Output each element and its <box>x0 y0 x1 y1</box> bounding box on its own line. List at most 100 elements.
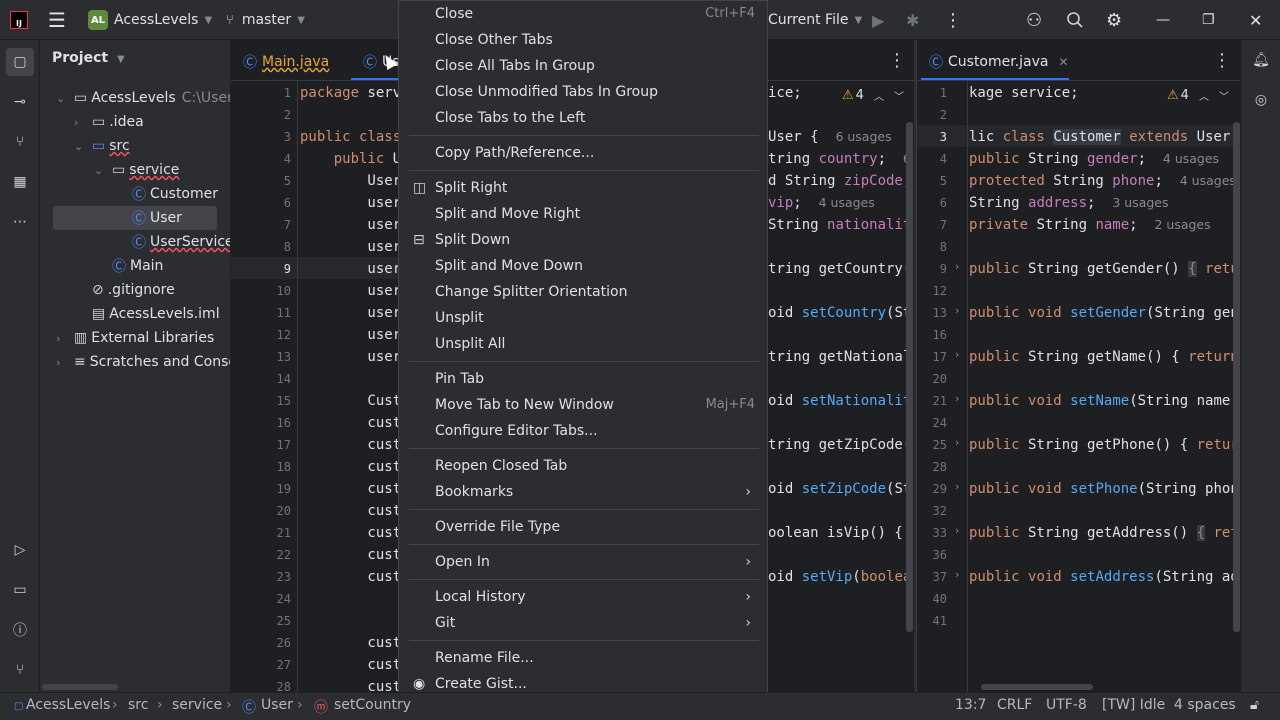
menu-item-unsplit[interactable]: Unsplit <box>409 305 759 331</box>
tree-item-service[interactable]: ⌄ ▭ service <box>94 158 179 182</box>
code-area[interactable]: ice; User { 6 usages tring country; 6 u d S… <box>768 81 906 692</box>
gutter-divider <box>297 81 298 692</box>
vertical-scrollbar[interactable] <box>1233 122 1240 632</box>
tree-item-iml[interactable]: ▤ AcessLevels.iml <box>92 302 220 326</box>
structure-icon[interactable]: ▦ <box>8 170 32 194</box>
fold-chevron-icon[interactable]: › <box>955 568 959 581</box>
problems-icon[interactable]: ⓘ <box>8 618 32 642</box>
restore-icon[interactable]: ❐ <box>1202 0 1215 40</box>
menu-item-move-new-window[interactable]: Move Tab to New Window Maj+F4 <box>409 392 759 418</box>
breadcrumb-user[interactable]: User <box>261 697 293 713</box>
run-icon[interactable]: ▶ <box>872 0 884 40</box>
menu-item-override-file-type[interactable]: Override File Type <box>409 514 759 540</box>
breadcrumb-project[interactable]: AcessLevels <box>26 697 110 713</box>
menu-item-git[interactable]: Git › <box>409 610 759 636</box>
code-area[interactable]: package servi public class public Us User… <box>300 81 400 692</box>
menu-item-pin-tab[interactable]: Pin Tab <box>409 366 759 392</box>
menu-item-split-right[interactable]: ◫ Split Right <box>409 175 759 201</box>
pull-requests-icon[interactable]: ⑂ <box>8 130 32 154</box>
intellij-logo-icon[interactable]: IJ <box>10 0 28 40</box>
code-area[interactable]: kage service; lic class Customer extends … <box>969 81 1239 692</box>
menu-item-configure-tabs[interactable]: Configure Editor Tabs... <box>409 418 759 444</box>
tree-item-scratches[interactable]: › ≡ Scratches and Consoles <box>56 350 230 374</box>
tree-item-user[interactable]: Ⓒ User <box>132 206 182 230</box>
tree-item-src[interactable]: ⌄ ▭ src <box>74 134 130 158</box>
more-actions-icon[interactable]: ⋮ <box>944 0 962 40</box>
breadcrumb-src[interactable]: src <box>128 697 148 713</box>
menu-item-rename-file[interactable]: Rename File... <box>409 645 759 671</box>
terminal-icon[interactable]: ▭ <box>8 578 32 602</box>
tab-options-icon[interactable]: ⋮ <box>888 50 906 71</box>
menu-item-split-move-down[interactable]: Split and Move Down <box>409 253 759 279</box>
menu-item-local-history[interactable]: Local History › <box>409 584 759 610</box>
project-panel-title-label: Project <box>52 50 109 66</box>
close-tab-icon[interactable]: ✕ <box>1059 55 1069 69</box>
line-ending[interactable]: CRLF <box>997 697 1032 713</box>
line-number: 37 <box>932 570 947 584</box>
fold-chevron-icon[interactable]: › <box>955 348 959 361</box>
fold-chevron-icon[interactable]: › <box>955 392 959 405</box>
file-encoding[interactable]: UTF-8 <box>1046 697 1087 713</box>
more-tools-icon[interactable]: ⋯ <box>8 210 32 234</box>
horizontal-scrollbar[interactable] <box>42 684 118 690</box>
debug-icon[interactable]: ✱ <box>906 0 919 40</box>
settings-gear-icon[interactable]: ⚙ <box>1106 0 1122 40</box>
vertical-scrollbar[interactable] <box>906 122 913 632</box>
menu-item-copy-path[interactable]: Copy Path/Reference... <box>409 140 759 166</box>
search-icon[interactable] <box>1066 0 1084 40</box>
menu-item-change-splitter[interactable]: Change Splitter Orientation <box>409 279 759 305</box>
menu-item-close-all-tabs[interactable]: Close All Tabs In Group <box>409 53 759 79</box>
services-icon[interactable]: ▷ <box>8 538 32 562</box>
ai-assistant-icon[interactable]: ◎ <box>1249 88 1273 112</box>
tab-customer-java[interactable]: Ⓒ Customer.java ✕ <box>929 52 1069 72</box>
minimize-icon[interactable]: — <box>1156 0 1170 40</box>
menu-item-split-move-right[interactable]: Split and Move Right <box>409 201 759 227</box>
class-icon: Ⓒ <box>132 187 146 203</box>
tab-main-java[interactable]: Ⓒ Main.java <box>243 52 329 72</box>
lock-icon[interactable]: 🔓︎ <box>1250 697 1259 713</box>
editor-left: Ⓒ Main.java Ⓒ Us 1 2 3 4 5 6 7 8 9 10 11 12 13 14 15 16… <box>231 40 401 692</box>
menu-item-reopen-closed[interactable]: Reopen Closed Tab <box>409 453 759 479</box>
fold-chevron-icon[interactable]: › <box>955 304 959 317</box>
add-user-icon[interactable]: ⚇ <box>1026 0 1042 40</box>
menu-item-close-other-tabs[interactable]: Close Other Tabs <box>409 27 759 53</box>
tree-item-customer[interactable]: Ⓒ Customer <box>132 182 218 206</box>
tab-options-icon[interactable]: ⋮ <box>1213 50 1231 71</box>
menu-item-bookmarks[interactable]: Bookmarks › <box>409 479 759 505</box>
fold-chevron-icon[interactable]: › <box>955 480 959 493</box>
tw-status[interactable]: [TW] Idle <box>1102 697 1165 713</box>
menu-item-split-down[interactable]: ⊟ Split Down <box>409 227 759 253</box>
notifications-icon[interactable]: 🔔︎ <box>1249 48 1273 72</box>
fold-chevron-icon[interactable]: › <box>955 436 959 449</box>
tree-item-idea[interactable]: › ▭ .idea <box>74 110 144 134</box>
fold-chevron-icon[interactable]: › <box>955 524 959 537</box>
menu-item-open-in[interactable]: Open In › <box>409 549 759 575</box>
caret-position[interactable]: 13:7 <box>955 697 986 713</box>
tree-item-gitignore[interactable]: ⊘ .gitignore <box>92 278 175 302</box>
menu-item-unsplit-all[interactable]: Unsplit All <box>409 331 759 357</box>
breadcrumb-service[interactable]: service <box>172 697 222 713</box>
indent-setting[interactable]: 4 spaces <box>1174 697 1236 713</box>
fold-chevron-icon[interactable]: › <box>955 260 959 273</box>
vcs-branch-widget[interactable]: ⑂ master ▼ <box>226 0 305 40</box>
git-icon[interactable]: ⑂ <box>8 658 32 682</box>
tree-item-acesslevels[interactable]: ⌄ ▭ AcessLevels C:\User <box>56 86 230 110</box>
project-folder-icon[interactable]: ▢ <box>6 48 34 76</box>
line-number: 7 <box>939 218 947 232</box>
main-menu-icon[interactable]: ☰ <box>48 0 66 40</box>
horizontal-scrollbar[interactable] <box>981 684 1093 690</box>
tree-item-userservice[interactable]: Ⓒ UserService <box>132 230 230 254</box>
project-panel-title[interactable]: Project ▼ <box>52 50 125 66</box>
project-widget[interactable]: AL AcessLevels ▼ <box>88 0 212 40</box>
menu-separator <box>409 361 759 362</box>
commit-icon[interactable]: ⊸ <box>8 90 32 114</box>
close-window-icon[interactable]: ✕ <box>1249 0 1262 40</box>
menu-item-close[interactable]: Close Ctrl+F4 <box>409 1 759 27</box>
menu-item-close-tabs-left[interactable]: Close Tabs to the Left <box>409 105 759 131</box>
tree-item-main[interactable]: Ⓒ Main <box>112 254 163 278</box>
branch-icon: ⑂ <box>226 12 234 28</box>
breadcrumb-method[interactable]: setCountry <box>334 697 411 713</box>
run-config-selector[interactable]: Current File ▼ <box>768 0 862 40</box>
tree-item-external-libraries[interactable]: › ▥ External Libraries <box>56 326 214 350</box>
menu-item-close-unmodified[interactable]: Close Unmodified Tabs In Group <box>409 79 759 105</box>
